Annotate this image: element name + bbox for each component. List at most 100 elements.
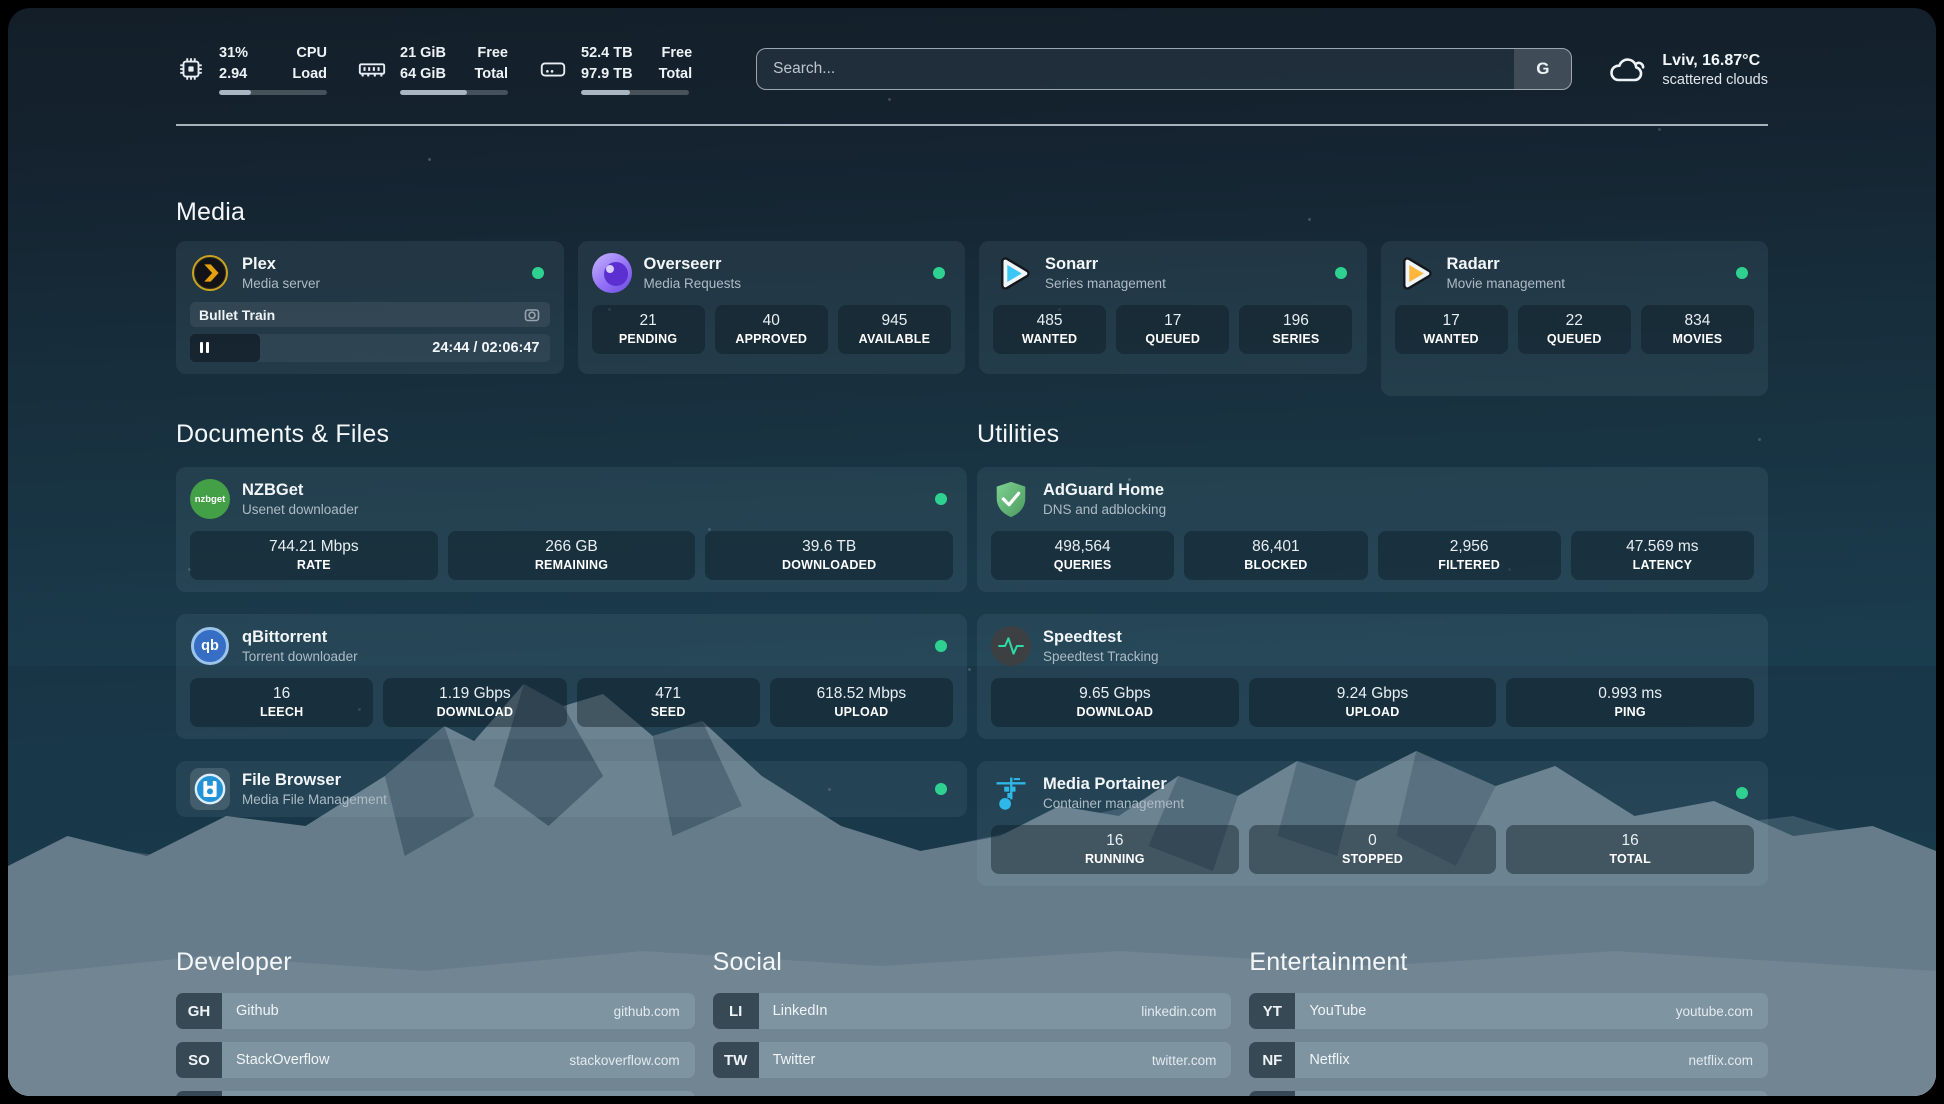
bookmark-abbr: TW (713, 1042, 759, 1078)
cpu-icon (176, 54, 206, 84)
memory-free-label: Free (473, 43, 508, 63)
section-title-media: Media (176, 198, 1768, 227)
bookmark-youtube[interactable]: YT YouTube youtube.com (1249, 993, 1768, 1029)
plex-icon (190, 253, 230, 293)
speedtest-card[interactable]: Speedtest Speedtest Tracking 9.65 GbpsDO… (977, 614, 1768, 739)
cpu-label: CPU (283, 43, 327, 63)
speedtest-icon (991, 626, 1031, 666)
stat-tile: 47.569 msLATENCY (1571, 531, 1754, 580)
service-description: Container management (1043, 796, 1184, 811)
pause-button[interactable] (200, 342, 209, 353)
entertainment-column: Entertainment YT YouTube youtube.com NF … (1249, 948, 1768, 1096)
status-dot (1736, 267, 1748, 279)
service-name: Overseerr (644, 255, 742, 275)
plex-card[interactable]: Plex Media server Bullet Train 24:44 / 0… (176, 241, 564, 374)
search-input[interactable] (757, 60, 1514, 78)
stat-tile: 22QUEUED (1518, 305, 1631, 354)
nzbget-card[interactable]: nzbget NZBGet Usenet downloader 744.21 M… (176, 467, 967, 592)
top-bar: 31% CPU 2.94 Load 21 GiB Free (176, 36, 1768, 102)
portainer-card[interactable]: Media Portainer Container management 16R… (977, 761, 1768, 886)
disk-total-label: Total (659, 64, 693, 84)
stat-tile: 16LEECH (190, 678, 373, 727)
filebrowser-card[interactable]: File Browser Media File Management (176, 761, 967, 817)
adguard-icon (991, 479, 1031, 519)
cpu-usage-bar (219, 90, 327, 95)
bookmark-name: Twitter (759, 1052, 816, 1068)
disk-widget: 52.4 TB Free 97.9 TB Total (538, 43, 692, 95)
stat-tile: 86,401BLOCKED (1184, 531, 1367, 580)
stat-tile: 834MOVIES (1641, 305, 1754, 354)
bookmark-twitter[interactable]: TW Twitter twitter.com (713, 1042, 1232, 1078)
memory-usage-bar (400, 90, 508, 95)
stat-tile: 17QUEUED (1116, 305, 1229, 354)
service-description: Movie management (1447, 276, 1566, 291)
sonarr-card[interactable]: Sonarr Series management 485WANTED 17QUE… (979, 241, 1367, 374)
bookmark-reddit[interactable]: RE Reddit reddit.com (1249, 1091, 1768, 1096)
bookmark-abbr: GH (176, 993, 222, 1029)
memory-free-value: 21 GiB (400, 43, 447, 63)
stat-tile: 0.993 msPING (1506, 678, 1754, 727)
documents-column: Documents & Files nzbget NZBGet Usenet d… (176, 420, 967, 817)
cpu-widget: 31% CPU 2.94 Load (176, 43, 327, 95)
bookmark-abbr: SO (176, 1042, 222, 1078)
status-dot (933, 267, 945, 279)
service-description: Media Requests (644, 276, 742, 291)
memory-total-label: Total (473, 64, 508, 84)
qbittorrent-card[interactable]: qb qBittorrent Torrent downloader 16LEEC… (176, 614, 967, 739)
service-name: File Browser (242, 771, 387, 791)
stat-tile: 1.19 GbpsDOWNLOAD (383, 678, 566, 727)
dashboard-screen: 31% CPU 2.94 Load 21 GiB Free (8, 8, 1936, 1096)
bookmark-url: netflix.com (1688, 1053, 1768, 1068)
stat-tile: 21PENDING (592, 305, 705, 354)
bookmark-url: github.com (614, 1004, 695, 1019)
bookmark-abbr: YT (1249, 993, 1295, 1029)
bookmark-abbr: LI (713, 993, 759, 1029)
search-provider-button[interactable]: G (1514, 49, 1571, 89)
sonarr-icon (993, 253, 1033, 293)
overseerr-icon (592, 253, 632, 293)
section-title-developer: Developer (176, 948, 695, 977)
section-title-social: Social (713, 948, 1232, 977)
status-dot (935, 640, 947, 652)
bookmark-dev[interactable]: DT DEV dev.to (176, 1091, 695, 1096)
bookmark-name: LinkedIn (759, 1003, 828, 1019)
bookmark-name: StackOverflow (222, 1052, 329, 1068)
memory-widget: 21 GiB Free 64 GiB Total (357, 43, 508, 95)
bookmark-linkedin[interactable]: LI LinkedIn linkedin.com (713, 993, 1232, 1029)
playback-time: 24:44 / 02:06:47 (432, 340, 549, 356)
header-divider (176, 124, 1768, 126)
bookmark-abbr: DT (176, 1091, 222, 1096)
stat-tile: 498,564QUERIES (991, 531, 1174, 580)
section-title-documents: Documents & Files (176, 420, 967, 449)
service-name: qBittorrent (242, 628, 358, 648)
stat-tile: 9.65 GbpsDOWNLOAD (991, 678, 1239, 727)
bookmark-github[interactable]: GH Github github.com (176, 993, 695, 1029)
portainer-icon (991, 773, 1031, 813)
service-name: AdGuard Home (1043, 481, 1166, 501)
radarr-card[interactable]: Radarr Movie management 17WANTED 22QUEUE… (1381, 241, 1769, 396)
bookmark-url: twitter.com (1152, 1053, 1232, 1068)
disk-free-value: 52.4 TB (581, 43, 633, 63)
disk-icon (538, 54, 568, 84)
stat-tile: 2,956FILTERED (1378, 531, 1561, 580)
status-dot (935, 493, 947, 505)
overseerr-card[interactable]: Overseerr Media Requests 21PENDING 40APP… (578, 241, 966, 374)
weather-condition: scattered clouds (1662, 72, 1768, 88)
bookmark-netflix[interactable]: NF Netflix netflix.com (1249, 1042, 1768, 1078)
stat-tile: 196SERIES (1239, 305, 1352, 354)
section-title-entertainment: Entertainment (1249, 948, 1768, 977)
bookmark-stackoverflow[interactable]: SO StackOverflow stackoverflow.com (176, 1042, 695, 1078)
playback-progress-bar: 24:44 / 02:06:47 (190, 334, 550, 362)
search-bar: G (756, 48, 1572, 90)
stat-tile: 485WANTED (993, 305, 1106, 354)
stat-tile: 618.52 MbpsUPLOAD (770, 678, 953, 727)
status-dot (1736, 787, 1748, 799)
stat-tile: 0STOPPED (1249, 825, 1497, 874)
screenshot-icon[interactable] (523, 306, 541, 324)
cpu-percent: 31% (219, 43, 257, 63)
media-grid: Plex Media server Bullet Train 24:44 / 0… (176, 241, 1768, 396)
weather-widget: Lviv, 16.87°C scattered clouds (1606, 50, 1768, 88)
stat-tile: 9.24 GbpsUPLOAD (1249, 678, 1497, 727)
nzbget-icon: nzbget (190, 479, 230, 519)
adguard-card[interactable]: AdGuard Home DNS and adblocking 498,564Q… (977, 467, 1768, 592)
